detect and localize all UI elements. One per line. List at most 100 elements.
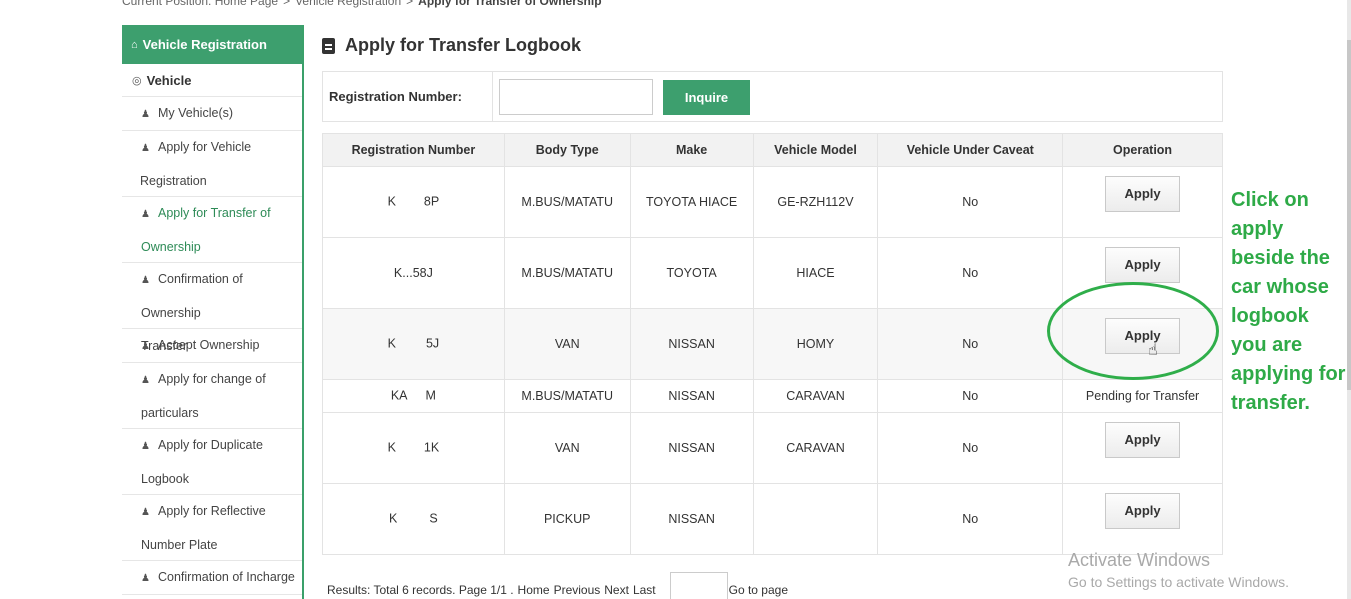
column-header: Make: [629, 133, 754, 167]
registration-part: S: [429, 511, 438, 526]
make-cell: TOYOTA HIACE: [629, 166, 754, 238]
goto-page-input[interactable]: [669, 572, 728, 599]
sidebar-item-my-vehicles[interactable]: ♟ My Vehicle(s): [122, 97, 302, 131]
redaction: [395, 440, 424, 456]
redaction: [395, 194, 424, 210]
hand-cursor-icon: ☝: [1148, 342, 1158, 359]
pager-previous-link[interactable]: Previous: [554, 583, 601, 597]
sidebar-item-apply-transfer-ownership[interactable]: ♟ Apply for Transfer of Ownership: [122, 197, 302, 263]
model-cell: CARAVAN: [752, 412, 879, 484]
user-icon: ♟: [141, 341, 150, 352]
registration-number-input[interactable]: [499, 79, 653, 115]
pager-next-link[interactable]: Next: [604, 583, 629, 597]
make-cell: NISSAN: [629, 379, 754, 413]
column-header: Vehicle Model: [752, 133, 879, 167]
sidebar-item-label: Apply for change of: [158, 372, 266, 386]
inquire-button[interactable]: Inquire: [663, 80, 750, 115]
apply-button[interactable]: Apply: [1105, 176, 1181, 212]
sidebar-item-duplicate-logbook[interactable]: ♟ Apply for Duplicate Logbook: [122, 429, 302, 495]
make-cell: NISSAN: [629, 308, 754, 380]
caveat-cell: No: [877, 166, 1064, 238]
caveat-cell: No: [877, 412, 1064, 484]
results-summary: Results: Total 6 records. Page 1/1 .: [327, 583, 514, 597]
home-icon: ⌂: [131, 38, 138, 51]
sidebar-item-label: My Vehicle(s): [158, 106, 234, 120]
sidebar-item-label-cont: Number Plate: [141, 538, 218, 552]
apply-button[interactable]: Apply: [1105, 493, 1181, 529]
user-icon: ♟: [141, 441, 150, 452]
operation-status: Pending for Transfer: [1062, 379, 1223, 413]
scrollbar-thumb[interactable]: [1347, 40, 1351, 390]
apply-button[interactable]: Apply: [1105, 422, 1181, 458]
body-type-cell: M.BUS/MATATU: [503, 166, 631, 238]
apply-button[interactable]: Apply: [1105, 247, 1181, 283]
table-row: KA M M.BUS/MATATU NISSAN CARAVAN No Pendi…: [322, 379, 1223, 413]
sidebar-item-label: Apply for Reflective: [158, 504, 266, 518]
highlight-ellipse: [1047, 282, 1219, 380]
sidebar-item-label: Apply for Vehicle: [158, 140, 252, 154]
registration-part: K: [387, 194, 396, 209]
scrollbar[interactable]: [1347, 0, 1351, 599]
column-header: Registration Number: [322, 133, 505, 167]
operation-cell: Apply: [1062, 166, 1223, 238]
sidebar: ⌂ Vehicle Registration ◎ Vehicle ♟ My Veh…: [122, 25, 304, 599]
redaction: [395, 336, 426, 352]
user-icon: ♟: [141, 275, 150, 286]
model-cell: HOMY: [752, 308, 879, 380]
redaction: [407, 388, 426, 404]
make-cell: TOYOTA: [629, 237, 754, 309]
redaction: [397, 511, 430, 527]
user-icon: ♟: [141, 109, 150, 120]
registration-part: K: [387, 336, 396, 351]
registration-part: K: [389, 511, 398, 526]
model-cell: [752, 483, 879, 555]
sidebar-item-apply-vehicle-registration[interactable]: ♟ Apply for Vehicle Registration: [122, 131, 302, 197]
sidebar-header[interactable]: ⌂ Vehicle Registration: [122, 25, 302, 64]
sidebar-item-change-particulars[interactable]: ♟ Apply for change of particulars: [122, 363, 302, 429]
sidebar-item-accept-ownership[interactable]: ♟ Accept Ownership: [122, 329, 302, 363]
sidebar-header-label: Vehicle Registration: [142, 37, 267, 52]
breadcrumb-vehicle-registration[interactable]: Vehicle Registration: [295, 0, 401, 8]
breadcrumb-home[interactable]: Current Position: Home Page: [122, 0, 278, 8]
breadcrumb-current: Apply for Transfer of Ownership: [418, 0, 602, 8]
body-type-cell: M.BUS/MATATU: [503, 379, 631, 413]
pager-last-link[interactable]: Last: [633, 583, 656, 597]
registration-part: 5J: [425, 336, 440, 351]
user-icon: ♟: [141, 143, 150, 154]
instruction-text: Click on apply beside the car whose logb…: [1231, 189, 1346, 414]
body-type-cell: VAN: [503, 308, 631, 380]
table-row: KS PICKUP NISSAN No Apply: [322, 483, 1223, 555]
registration-cell: K 5J: [322, 308, 505, 380]
registration-cell: KA M: [322, 379, 505, 413]
registration-part: 1K: [423, 440, 440, 455]
sidebar-item-confirm-ownership-transfer[interactable]: ♟ Confirmation of Ownership Transfer: [122, 263, 302, 353]
activate-windows-watermark: Activate Windows Go to Settings to activ…: [1068, 550, 1289, 590]
user-icon: ♟: [141, 209, 150, 220]
pagination: Results: Total 6 records. Page 1/1 . Hom…: [327, 572, 792, 599]
goto-page-label[interactable]: Go to page: [729, 583, 788, 597]
sidebar-section-label: Vehicle: [146, 72, 192, 88]
sidebar-item-confirm-incharge[interactable]: ♟ Confirmation of Incharge: [122, 561, 302, 595]
registration-cell: KS: [322, 483, 505, 555]
pager-home-link[interactable]: Home: [518, 583, 550, 597]
page-title: Apply for Transfer Logbook: [322, 35, 581, 56]
caveat-cell: No: [877, 483, 1064, 555]
sidebar-item-label-cont: Logbook: [141, 472, 189, 486]
registration-part: 8P: [423, 194, 440, 209]
make-cell: NISSAN: [629, 412, 754, 484]
model-cell: HIACE: [752, 237, 879, 309]
breadcrumb-separator: >: [406, 0, 414, 8]
registration-number-label: Registration Number:: [323, 72, 493, 121]
sidebar-item-reflective-plate[interactable]: ♟ Apply for Reflective Number Plate: [122, 495, 302, 561]
user-icon: ♟: [141, 573, 150, 584]
model-cell: GE-RZH112V: [752, 166, 879, 238]
breadcrumb-separator: >: [283, 0, 291, 8]
sidebar-section-vehicle[interactable]: ◎ Vehicle: [122, 64, 302, 97]
body-type-cell: VAN: [503, 412, 631, 484]
watermark-subtitle: Go to Settings to activate Windows.: [1068, 574, 1289, 590]
body-type-cell: M.BUS/MATATU: [503, 237, 631, 309]
caveat-cell: No: [877, 379, 1064, 413]
watermark-title: Activate Windows: [1068, 550, 1211, 570]
registration-cell: K 1K: [322, 412, 505, 484]
sidebar-item-label-cont: Registration: [140, 174, 207, 188]
